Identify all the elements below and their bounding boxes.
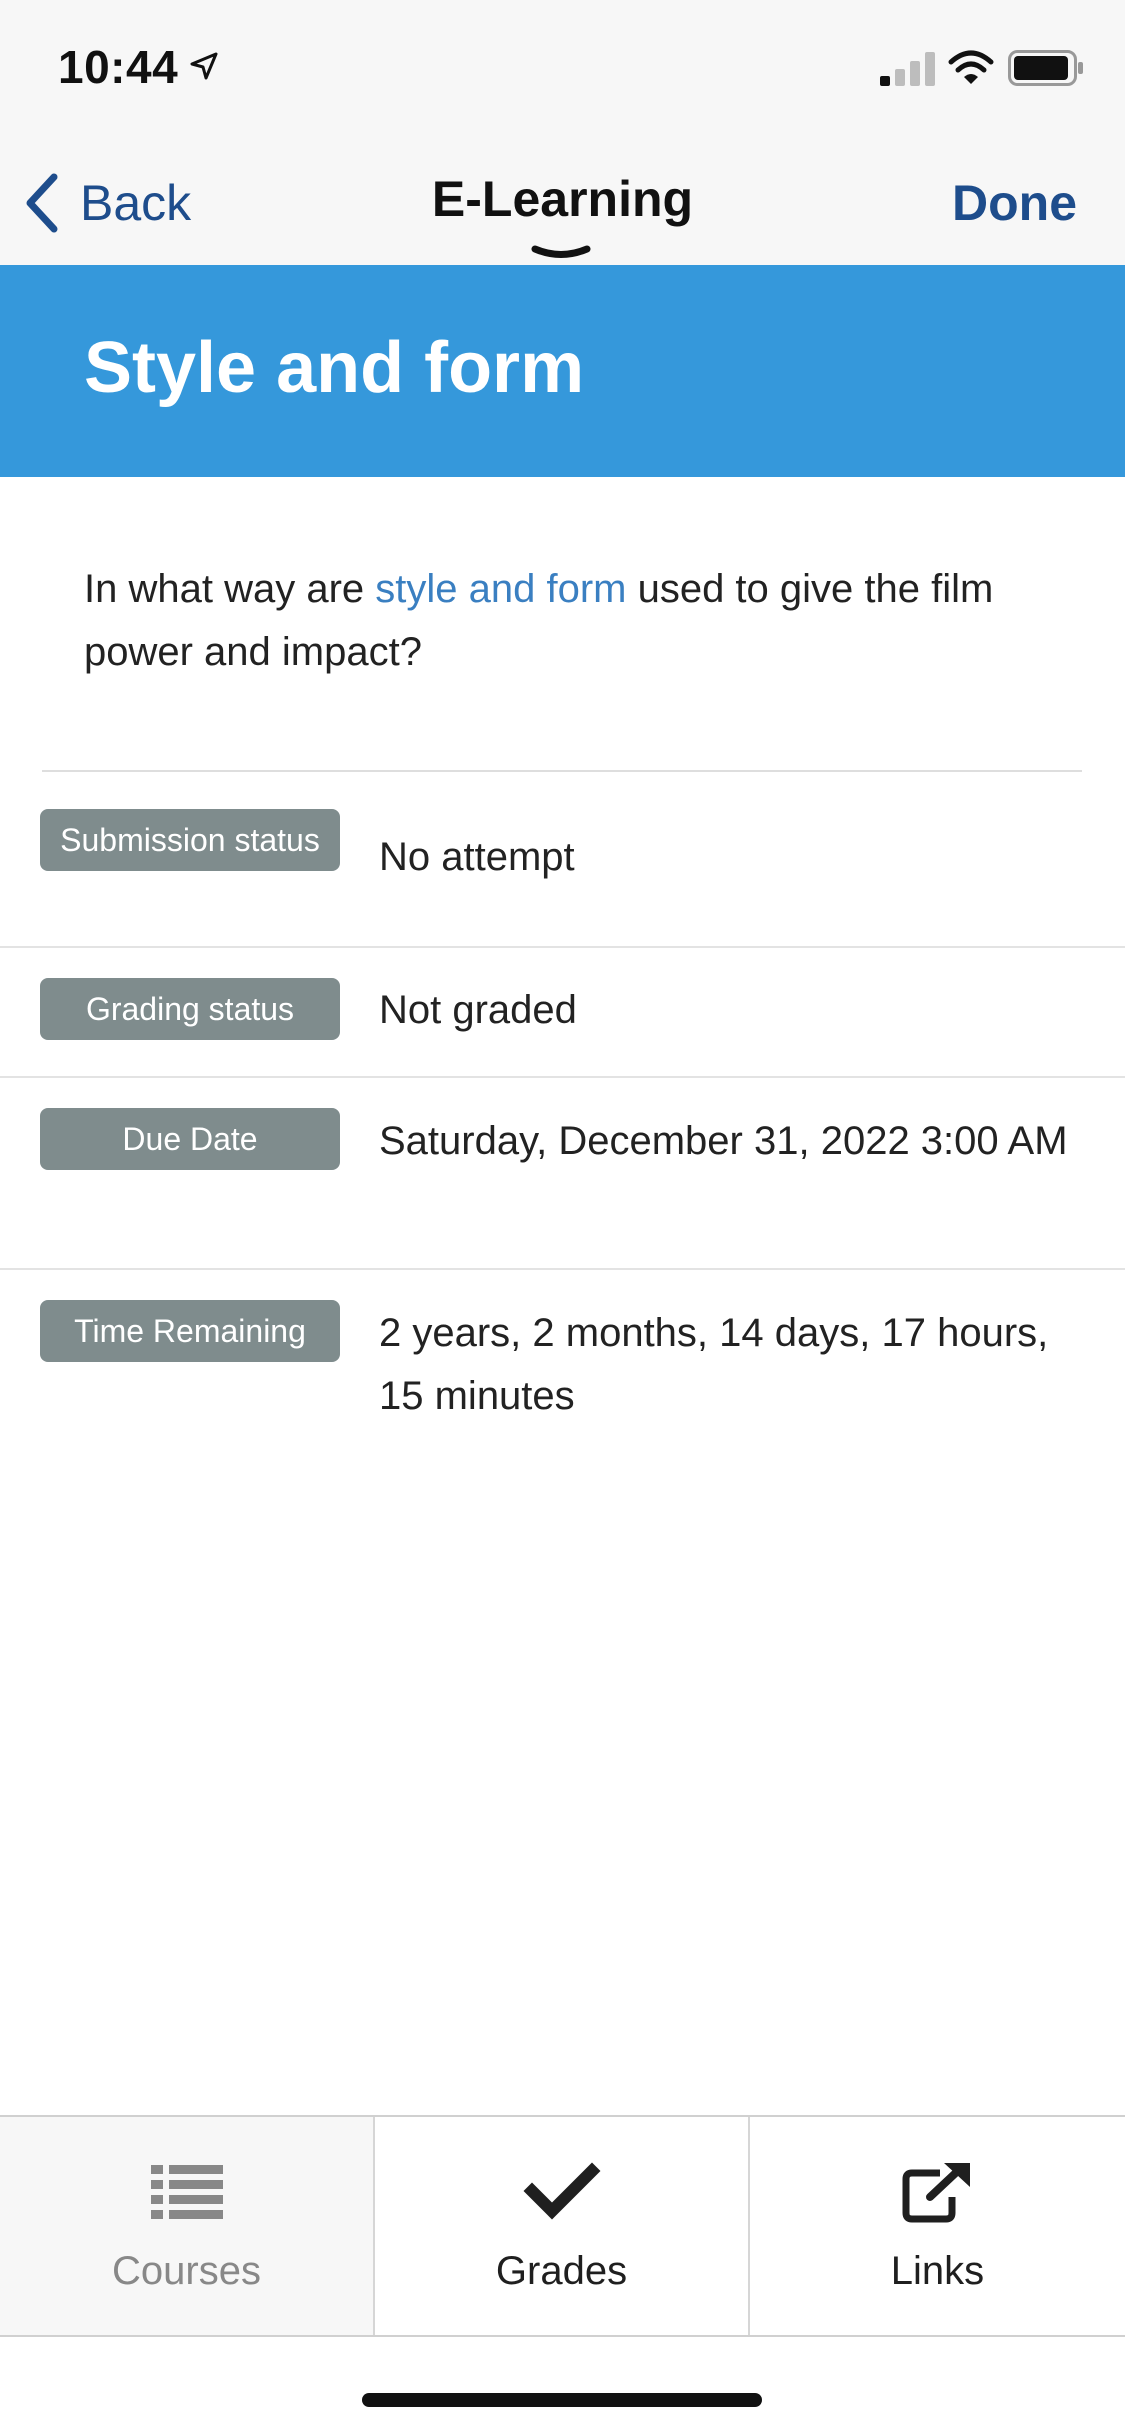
time-remaining-value: 2 years, 2 months, 14 days, 17 hours, 15…: [379, 1311, 1049, 1418]
checkmark-icon: [523, 2162, 600, 2220]
due-date-value: Saturday, December 31, 2022 3:00 AM: [379, 1119, 1068, 1163]
tab-links-label: Links: [890, 2249, 985, 2293]
back-button[interactable]: Back: [22, 168, 191, 238]
row-submission-status: Submission status No attempt: [0, 772, 1125, 948]
submission-status-badge: Submission status: [40, 809, 340, 871]
row-due-date: Due Date Saturday, December 31, 2022 3:0…: [0, 1078, 1125, 1270]
tab-grades-label: Grades: [495, 2249, 628, 2293]
due-date-badge: Due Date: [40, 1108, 340, 1170]
cellular-signal-icon: [880, 52, 935, 86]
status-bar: 10:44: [0, 0, 1125, 140]
done-button[interactable]: Done: [952, 174, 1077, 232]
battery-icon: [1008, 50, 1083, 86]
page-header: Style and form: [0, 265, 1125, 477]
back-label: Back: [80, 175, 192, 231]
tab-grades[interactable]: Grades: [375, 2117, 750, 2335]
list-icon: [150, 2165, 223, 2219]
wifi-icon: [948, 50, 994, 84]
description-prefix: In what way are: [84, 567, 376, 611]
row-grading-status: Grading status Not graded: [0, 948, 1125, 1078]
row-time-remaining: Time Remaining 2 years, 2 months, 14 day…: [0, 1270, 1125, 1450]
chevron-left-icon: [26, 173, 58, 233]
navigation-bar: Back E-Learning Done: [0, 140, 1125, 266]
tab-courses[interactable]: Courses: [0, 2117, 375, 2335]
tab-courses-label: Courses: [112, 2249, 261, 2293]
location-arrow-icon: [190, 52, 218, 80]
assignment-description: In what way are style and form used to g…: [84, 558, 1064, 684]
time-remaining-badge: Time Remaining: [40, 1300, 340, 1362]
chevron-down-icon[interactable]: [531, 244, 591, 264]
tab-links[interactable]: Links: [750, 2117, 1125, 2335]
description-link[interactable]: style and form: [375, 567, 626, 611]
home-indicator[interactable]: [362, 2393, 762, 2407]
grading-status-badge: Grading status: [40, 978, 340, 1040]
grading-status-value: Not graded: [379, 988, 577, 1032]
status-time: 10:44: [58, 41, 179, 93]
tab-bar: Courses Grades Links: [0, 2115, 1125, 2337]
page-title: Style and form: [84, 328, 585, 408]
external-link-icon: [902, 2163, 970, 2223]
submission-status-value: No attempt: [379, 835, 575, 879]
